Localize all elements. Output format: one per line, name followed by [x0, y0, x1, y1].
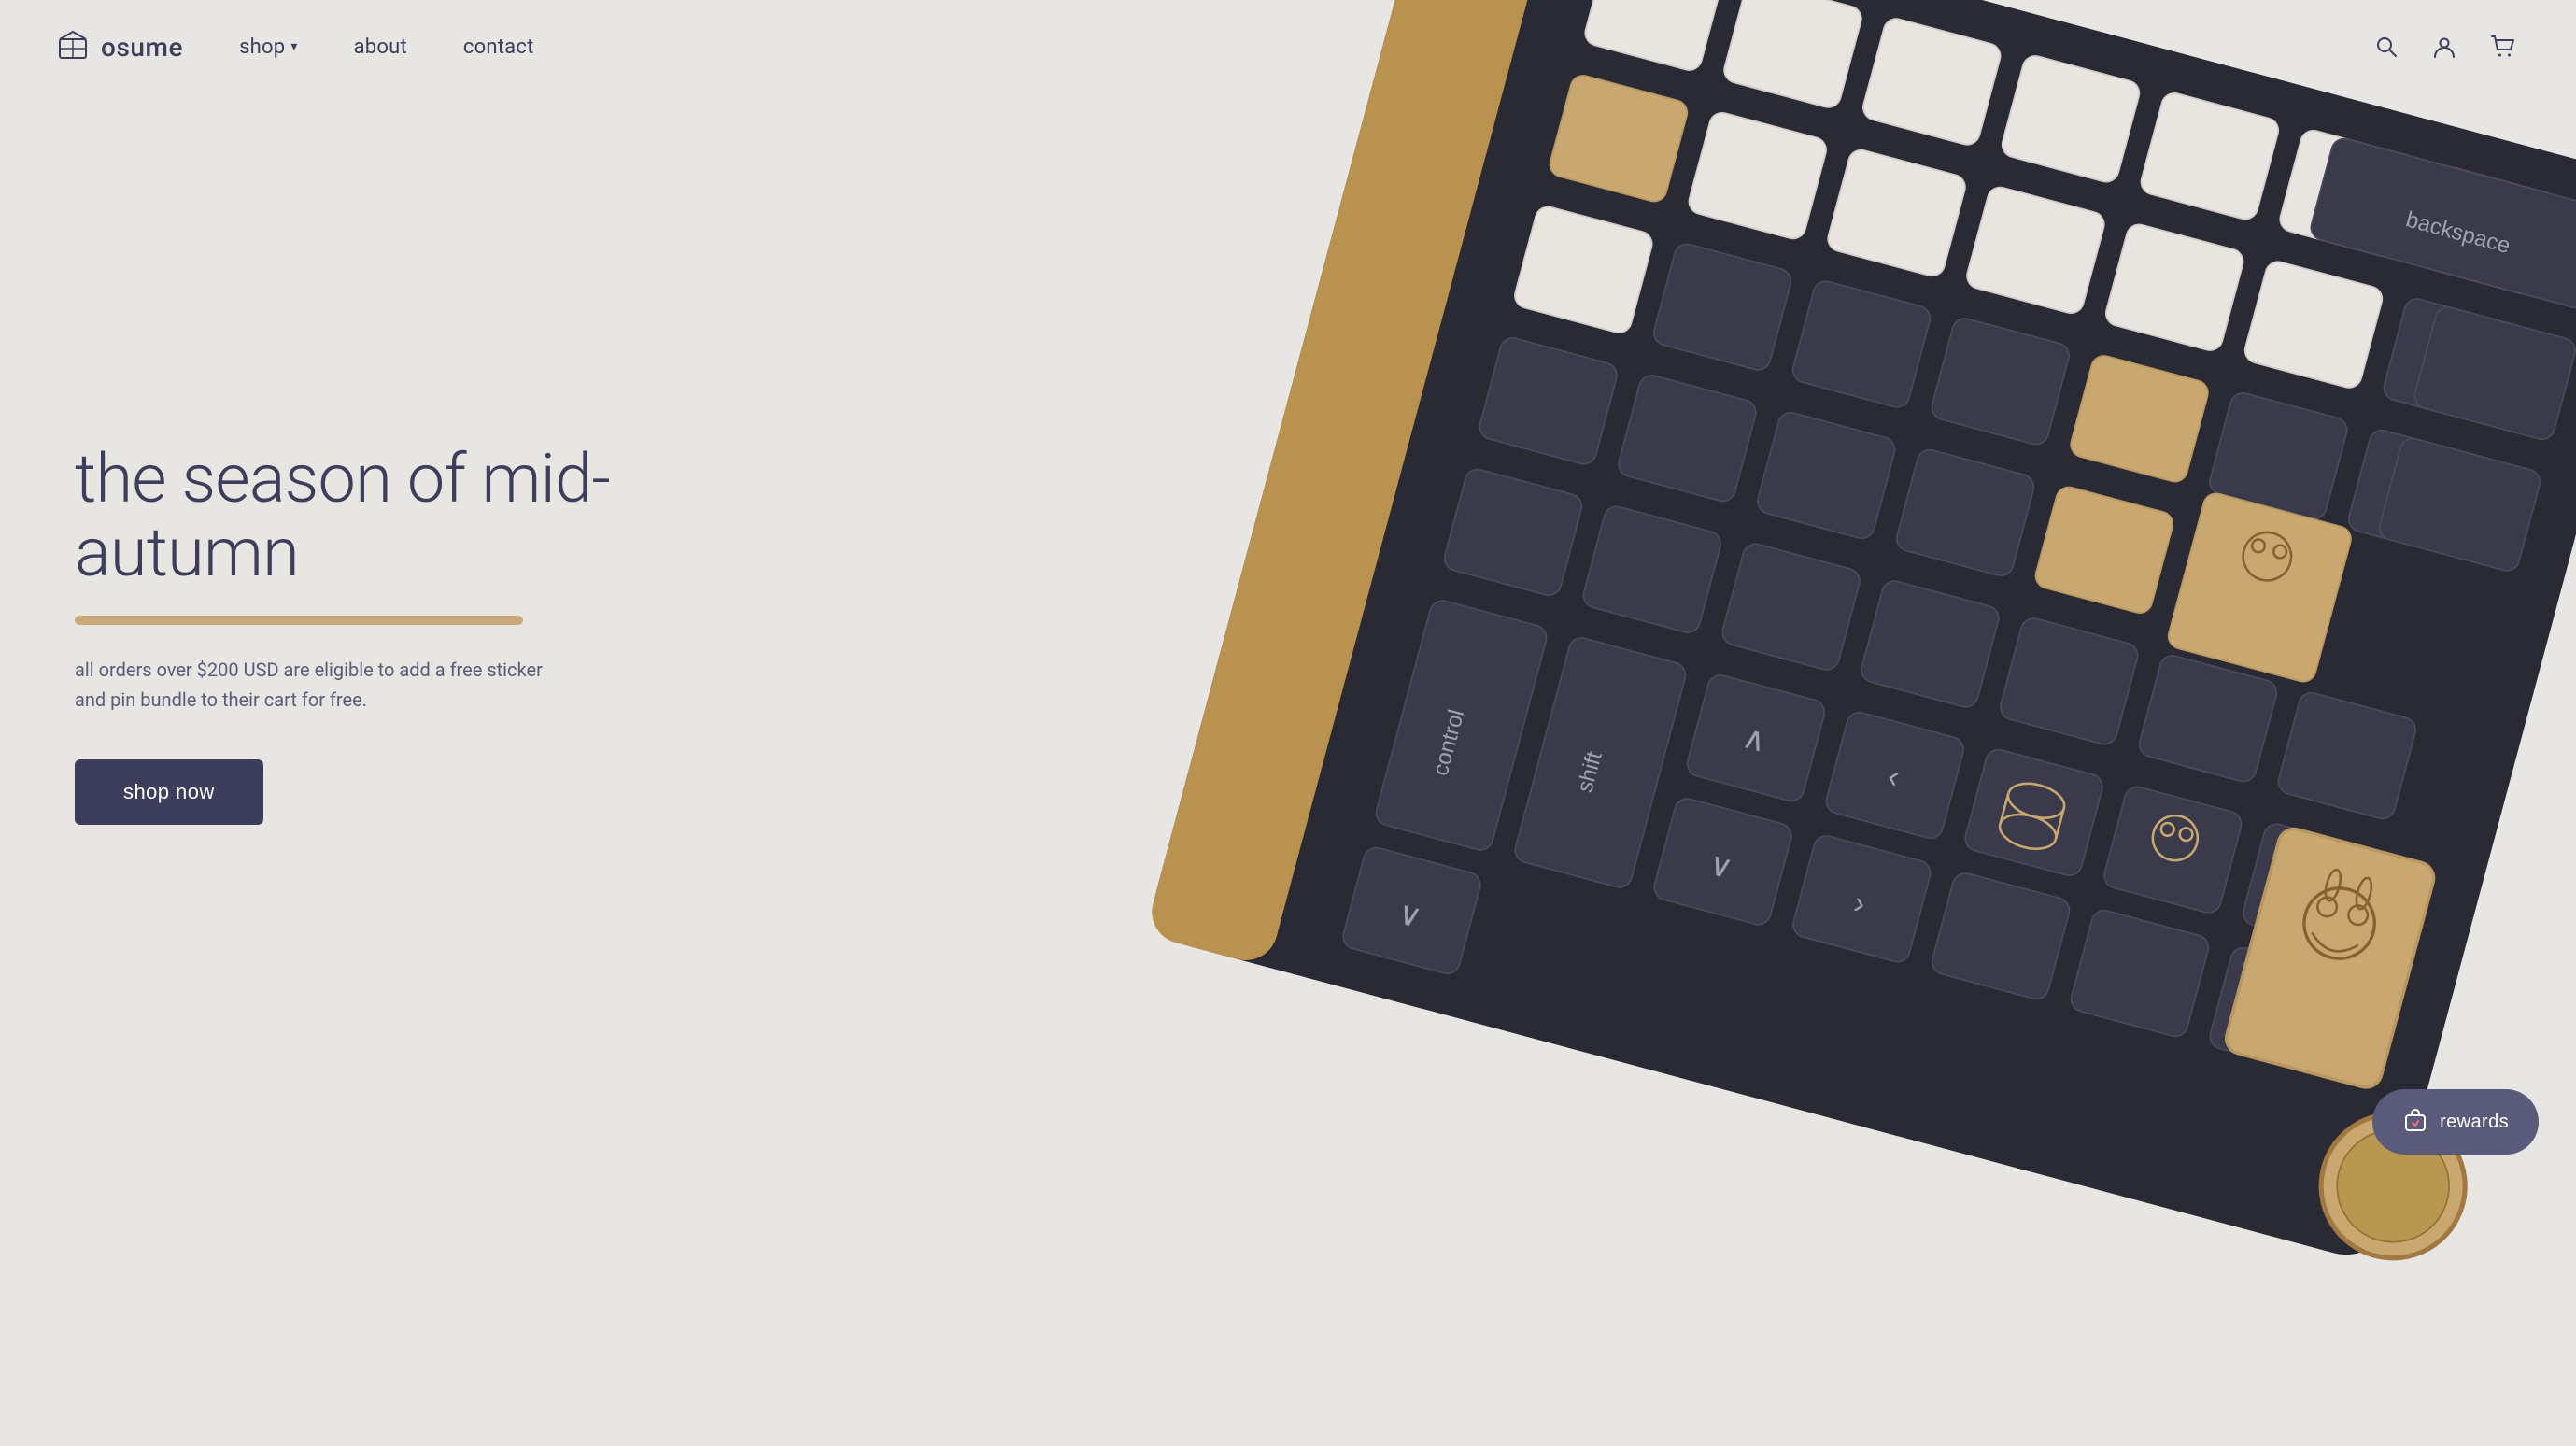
nav-contact[interactable]: contact: [463, 35, 534, 59]
brand-name: osume: [101, 32, 183, 63]
navbar: osume shop ▾ about contact: [0, 0, 2576, 93]
nav-shop[interactable]: shop ▾: [239, 35, 298, 59]
hero-section: the season of mid-autumn all orders over…: [0, 0, 2576, 1192]
rewards-label: rewards: [2440, 1112, 2509, 1133]
search-button[interactable]: [2371, 31, 2402, 63]
hero-title: the season of mid-autumn: [75, 442, 635, 589]
account-button[interactable]: [2428, 31, 2460, 63]
cart-icon: [2490, 35, 2516, 59]
rewards-button[interactable]: rewards: [2372, 1089, 2539, 1155]
logo-icon: [56, 30, 90, 64]
shop-now-button[interactable]: shop now: [75, 759, 263, 825]
hero-description: all orders over $200 USD are eligible to…: [75, 655, 560, 715]
nav-icons: [2371, 31, 2520, 63]
shop-dropdown-arrow: ▾: [290, 39, 297, 54]
cart-button[interactable]: [2486, 31, 2520, 63]
nav-about[interactable]: about: [354, 35, 407, 59]
rewards-bag-icon: [2402, 1106, 2428, 1138]
search-icon: [2374, 35, 2399, 59]
brand-logo[interactable]: osume: [56, 30, 183, 64]
user-icon: [2432, 35, 2456, 59]
hero-content: the season of mid-autumn all orders over…: [0, 367, 635, 825]
keyboard-image: backspace: [1035, 0, 2576, 1274]
bag-icon: [2402, 1106, 2428, 1132]
nav-links: shop ▾ about contact: [239, 35, 2371, 59]
keyboard-svg: backspace: [954, 0, 2576, 1446]
hero-divider: [75, 616, 523, 625]
